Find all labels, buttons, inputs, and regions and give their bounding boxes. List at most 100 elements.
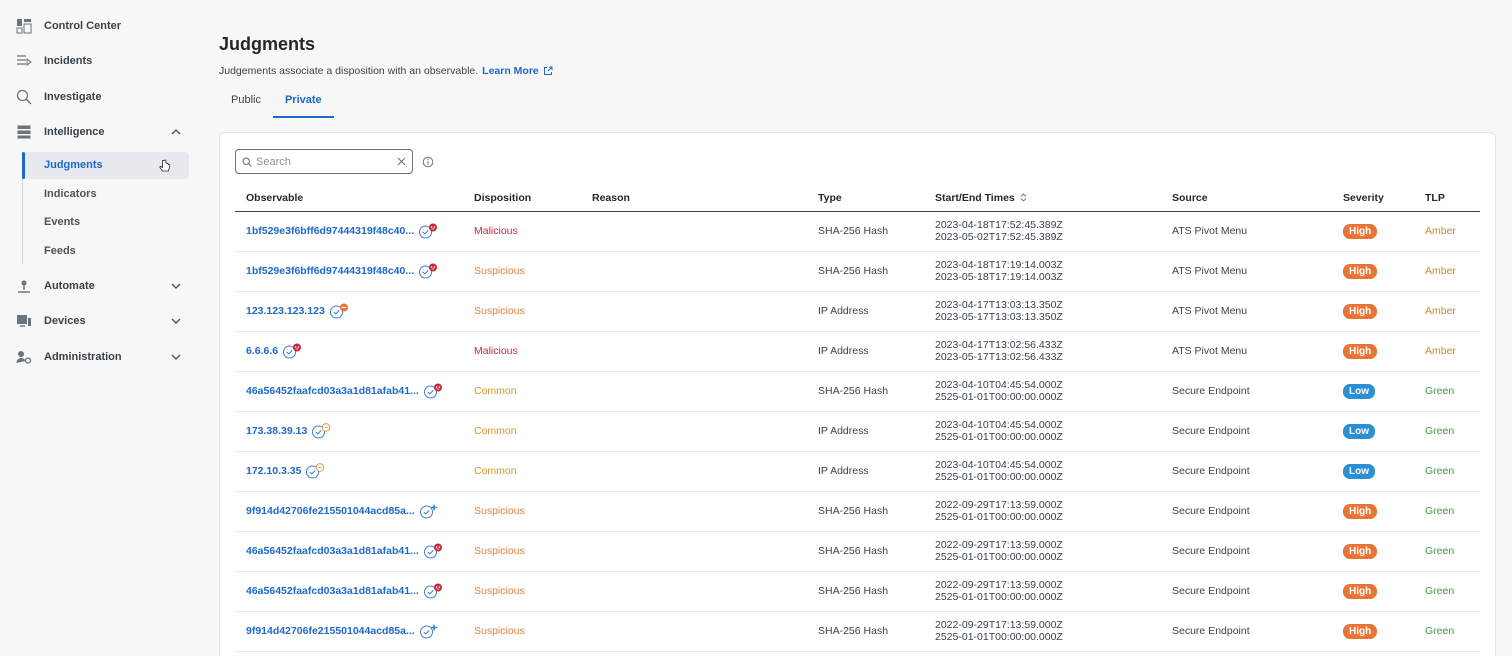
search-field[interactable] — [235, 149, 413, 174]
cell-observable: 46a56452faafcd03a3a1d81afab41... — [235, 531, 463, 572]
cell-source: Secure Endpoint — [1161, 371, 1332, 412]
nav-item-devices[interactable]: Devices — [0, 304, 200, 340]
nav-item-control-center[interactable]: Control Center — [0, 8, 200, 44]
nav-item-investigate[interactable]: Investigate — [0, 79, 200, 115]
common-judgment-icon[interactable] — [305, 463, 325, 479]
observable-value: 46a56452faafcd03a3a1d81afab41... — [246, 545, 419, 557]
clear-icon[interactable] — [397, 157, 406, 166]
chevron-down-icon[interactable] — [170, 315, 182, 327]
cell-tlp: Green — [1414, 411, 1480, 452]
cell-observable: 9f914d42706fe215501044acd85a... — [235, 611, 463, 652]
search-input[interactable] — [256, 155, 397, 168]
nav-item-label: Devices — [44, 315, 86, 328]
cell-observable: 172.10.3.35 — [235, 451, 463, 492]
table-row[interactable]: 9f914d42706fe215501044acd85a... Suspiciou… — [235, 611, 1480, 652]
sparkle-judgment-icon[interactable] — [419, 623, 439, 639]
cell-disposition: Malicious — [463, 211, 581, 252]
cell-times: 2023-04-18T17:19:14.003Z 2023-05-18T17:19… — [924, 251, 1161, 292]
table-row[interactable]: 46a56452faafcd03a3a1d81afab41... Suspicio… — [235, 531, 1480, 572]
nav-item-intelligence[interactable]: Intelligence — [0, 115, 200, 151]
malicious-judgment-icon[interactable] — [423, 383, 443, 399]
common-judgment-icon[interactable] — [311, 423, 331, 439]
malicious-judgment-icon[interactable] — [423, 543, 443, 559]
observable-link[interactable]: 46a56452faafcd03a3a1d81afab41... — [246, 383, 443, 399]
column-header-type: Type — [807, 185, 924, 212]
observable-link[interactable]: 123.123.123.123 — [246, 303, 349, 319]
column-header-start-end-times[interactable]: Start/End Times — [924, 185, 1161, 212]
observable-link[interactable]: 6.6.6.6 — [246, 343, 302, 359]
observable-link[interactable]: 9f914d42706fe215501044acd85a... — [246, 623, 439, 639]
observable-link[interactable]: 46a56452faafcd03a3a1d81afab41... — [246, 543, 443, 559]
subnav-item-judgments[interactable]: Judgments — [22, 151, 189, 179]
table-row[interactable]: 6.6.6.6 Malicious IP Address 2023-04-17T13:… — [235, 331, 1480, 372]
table-row[interactable]: 1bf529e3f6bff6d97444319f48c40... Suspicio… — [235, 251, 1480, 292]
table-row[interactable]: 9f914d42706fe215501044acd85a... Suspiciou… — [235, 491, 1480, 532]
malicious-judgment-icon[interactable] — [418, 263, 438, 279]
observable-link[interactable]: 1bf529e3f6bff6d97444319f48c40... — [246, 223, 438, 239]
nav-item-automate[interactable]: Automate — [0, 268, 200, 304]
table-row[interactable]: 46a56452faafcd03a3a1d81afab41... Suspicio… — [235, 571, 1480, 612]
cell-disposition: Suspicious — [463, 571, 581, 612]
cell-severity: High — [1332, 571, 1414, 612]
cell-disposition: Suspicious — [463, 531, 581, 572]
cell-times: 2023-04-17T13:03:13.350Z 2023-05-17T13:03… — [924, 291, 1161, 332]
chevron-down-icon[interactable] — [170, 351, 182, 363]
subnav-item-feeds[interactable]: Feeds — [22, 237, 189, 264]
suspicious-judgment-icon[interactable] — [329, 303, 349, 319]
malicious-judgment-icon[interactable] — [418, 223, 438, 239]
severity-badge: High — [1343, 223, 1378, 239]
nav-item-label: Incidents — [44, 55, 93, 68]
column-header-label: Source — [1172, 191, 1208, 204]
times-block: 2023-04-18T17:52:45.389Z 2023-05-02T17:52… — [935, 219, 1161, 243]
end-time: 2525-01-01T00:00:00.000Z — [935, 591, 1063, 603]
end-time: 2525-01-01T00:00:00.000Z — [935, 551, 1063, 563]
malicious-judgment-icon[interactable] — [423, 583, 443, 599]
cell-type: SHA-256 Hash — [807, 491, 924, 532]
cell-type: IP Address — [807, 331, 924, 372]
severity-badge: Low — [1343, 383, 1375, 399]
cell-severity: Low — [1332, 371, 1414, 412]
severity-badge: High — [1343, 543, 1378, 559]
cell-observable: 173.38.39.13 — [235, 411, 463, 452]
table-row[interactable]: 173.38.39.13 Common IP Address 2023-04-10T0… — [235, 411, 1480, 452]
severity-badge: High — [1343, 303, 1378, 319]
learn-more-link[interactable]: Learn More — [482, 65, 553, 77]
table-row[interactable]: 172.10.3.35 Common IP Address 2023-04-10T04… — [235, 451, 1480, 492]
observable-link[interactable]: 172.10.3.35 — [246, 463, 325, 479]
column-header-label: Reason — [592, 191, 630, 204]
severity-badge: Low — [1343, 423, 1375, 439]
tab-private[interactable]: Private — [272, 93, 334, 118]
subnav-item-events[interactable]: Events — [22, 209, 189, 236]
info-icon[interactable] — [422, 156, 434, 168]
cell-type: SHA-256 Hash — [807, 211, 924, 252]
table-row[interactable]: 1bf529e3f6bff6d97444319f48c40... Maliciou… — [235, 211, 1480, 252]
table-row[interactable]: 123.123.123.123 Suspicious IP Address 2023-… — [235, 291, 1480, 332]
subnav-item-indicators[interactable]: Indicators — [22, 180, 189, 207]
table-row[interactable]: 46a56452faafcd03a3a1d81afab41... Common SH… — [235, 371, 1480, 412]
severity-badge: High — [1343, 263, 1378, 279]
observable-link[interactable]: 46a56452faafcd03a3a1d81afab41... — [246, 583, 443, 599]
nav-item-label: Investigate — [44, 90, 102, 103]
observable-link[interactable]: 1bf529e3f6bff6d97444319f48c40... — [246, 263, 438, 279]
observable-link[interactable]: 9f914d42706fe215501044acd85a... — [246, 503, 439, 519]
chevron-up-icon[interactable] — [170, 126, 182, 138]
start-time: 2022-09-29T17:13:59.000Z — [935, 539, 1063, 551]
cell-tlp: Green — [1414, 611, 1480, 652]
sort-icon[interactable] — [1015, 192, 1027, 204]
start-time: 2023-04-18T17:52:45.389Z — [935, 219, 1063, 231]
start-time: 2022-09-29T17:13:59.000Z — [935, 579, 1063, 591]
observable-link[interactable]: 173.38.39.13 — [246, 423, 331, 439]
external-link-icon — [543, 66, 553, 75]
nav-item-incidents[interactable]: Incidents — [0, 44, 200, 80]
sparkle-judgment-icon[interactable] — [419, 503, 439, 519]
cell-reason — [581, 531, 807, 572]
nav-item-administration[interactable]: Administration — [0, 339, 200, 375]
malicious-judgment-icon[interactable] — [282, 343, 302, 359]
source-value: Secure Endpoint — [1172, 385, 1250, 397]
cell-times: 2023-04-10T04:45:54.000Z 2525-01-01T00:00… — [924, 451, 1161, 492]
tab-public[interactable]: Public — [219, 93, 273, 118]
end-time: 2525-01-01T00:00:00.000Z — [935, 391, 1063, 403]
cell-type: IP Address — [807, 411, 924, 452]
disposition-value: Suspicious — [474, 505, 525, 517]
chevron-down-icon[interactable] — [170, 280, 182, 292]
